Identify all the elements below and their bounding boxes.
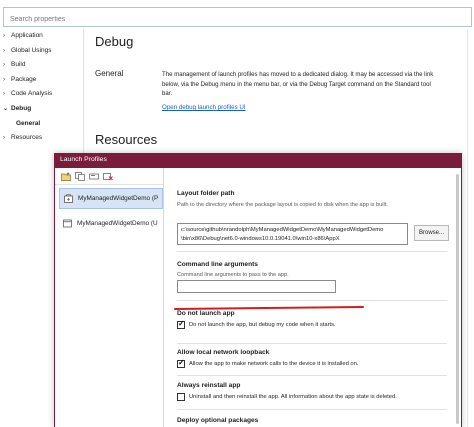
package-icon	[64, 194, 73, 203]
chevron-right-icon: ›	[3, 76, 5, 83]
nav-item-package[interactable]: › Package	[0, 73, 83, 88]
cmd-args-input[interactable]	[177, 280, 336, 293]
general-description: The management of launch profiles has mo…	[162, 71, 434, 98]
checkmark-icon: ✓	[178, 358, 185, 367]
loopback-label: Allow the app to make network calls to t…	[189, 361, 359, 367]
cmd-args-description: Command line arguments to pass to the ap…	[177, 272, 289, 278]
reinstall-option[interactable]: Uninstall and then reinstall the app. Al…	[177, 393, 397, 401]
nav-item-application[interactable]: › Application	[0, 29, 83, 44]
dialog-titlebar[interactable]: Launch Profiles	[55, 154, 461, 168]
section-divider	[177, 343, 447, 344]
chevron-right-icon: ›	[3, 135, 5, 142]
loopback-title: Allow local network loopback	[177, 349, 270, 356]
section-divider	[177, 375, 447, 376]
chevron-right-icon: ›	[3, 91, 5, 98]
layout-folder-path-line1: c:\source\github\nrandolph\MyManagedWidg…	[181, 227, 384, 233]
reinstall-title: Always reinstall app	[177, 382, 241, 389]
profile-label: MyManagedWidgetDemo (P	[78, 195, 159, 202]
new-profile-icon[interactable]	[60, 171, 71, 181]
nav-item-global-usings[interactable]: › Global Usings	[0, 44, 83, 59]
chevron-right-icon: ›	[3, 47, 5, 54]
layout-folder-title: Layout folder path	[177, 190, 235, 197]
profiles-toolbar	[60, 171, 113, 182]
profile-settings-pane: Layout folder path Path to the directory…	[164, 168, 461, 427]
optional-packages-title: Deploy optional packages	[177, 417, 259, 424]
search-box[interactable]	[3, 7, 472, 29]
open-launch-profiles-link[interactable]: Open debug launch profiles UI	[162, 104, 246, 111]
profile-item-unpackaged[interactable]: MyManagedWidgetDemo (U	[59, 213, 163, 234]
toolbar-divider	[55, 184, 163, 185]
nav-item-debug[interactable]: ⌄ Debug	[0, 102, 83, 117]
do-not-launch-option[interactable]: ✓ Do not launch the app, but debug my co…	[177, 319, 336, 329]
chevron-right-icon: ›	[3, 33, 5, 39]
profile-item-package[interactable]: MyManagedWidgetDemo (P	[59, 188, 163, 209]
resources-heading: Resources	[95, 132, 158, 147]
chevron-down-icon: ⌄	[3, 105, 9, 112]
layout-folder-description: Path to the directory where the package …	[177, 202, 388, 208]
layout-folder-path-line2: \bin\x86\Debug\net6.0-windows10.0.19041.…	[181, 235, 340, 242]
chevron-right-icon: ›	[3, 62, 5, 69]
page-title: Debug	[95, 34, 134, 49]
rename-profile-icon[interactable]	[88, 171, 99, 181]
nav-item-build[interactable]: › Build	[0, 58, 83, 73]
delete-profile-icon[interactable]	[102, 171, 113, 181]
dialog-title: Launch Profiles	[60, 156, 107, 163]
profiles-pane: MyManagedWidgetDemo (P MyManagedWidgetDe…	[55, 168, 164, 427]
window-icon	[63, 219, 72, 228]
nav-divider	[83, 29, 84, 159]
copy-profile-icon[interactable]	[74, 171, 85, 181]
nav-item-debug-general[interactable]: General	[0, 117, 83, 132]
section-divider	[177, 300, 447, 301]
checkmark-icon: ✓	[178, 319, 185, 328]
profile-label: MyManagedWidgetDemo (U	[77, 220, 158, 227]
section-label-general: General	[95, 69, 124, 78]
project-properties-window: ›Application ›Global Usings ›Build ›Pack…	[0, 0, 474, 427]
browse-button[interactable]: Browse...	[414, 225, 449, 241]
nav-item-resources[interactable]: › Resources	[0, 131, 83, 146]
section-divider	[177, 251, 447, 252]
layout-folder-input[interactable]: c:\source\github\nrandolph\MyManagedWidg…	[177, 223, 408, 245]
cmd-args-title: Command line arguments	[177, 261, 258, 268]
loopback-checkbox[interactable]: ✓	[177, 358, 185, 368]
do-not-launch-checkbox[interactable]: ✓	[177, 319, 185, 329]
settings-scrollbar[interactable]	[456, 174, 459, 424]
do-not-launch-title: Do not launch app	[177, 310, 235, 317]
search-input[interactable]	[4, 10, 471, 29]
loopback-option[interactable]: ✓ Allow the app to make network calls to…	[177, 358, 359, 368]
nav-item-code-analysis[interactable]: › Code Analysis	[0, 87, 83, 102]
launch-profiles-dialog: Launch Profiles MyManagedWidgetDemo (P M…	[54, 153, 462, 427]
do-not-launch-label: Do not launch the app, but debug my code…	[189, 322, 336, 328]
properties-nav: › Application › Global Usings › Build › Pack…	[0, 29, 83, 146]
page-right-border	[467, 29, 468, 427]
reinstall-checkbox[interactable]	[177, 393, 185, 401]
reinstall-label: Uninstall and then reinstall the app. Al…	[189, 394, 397, 400]
section-divider	[177, 409, 447, 410]
